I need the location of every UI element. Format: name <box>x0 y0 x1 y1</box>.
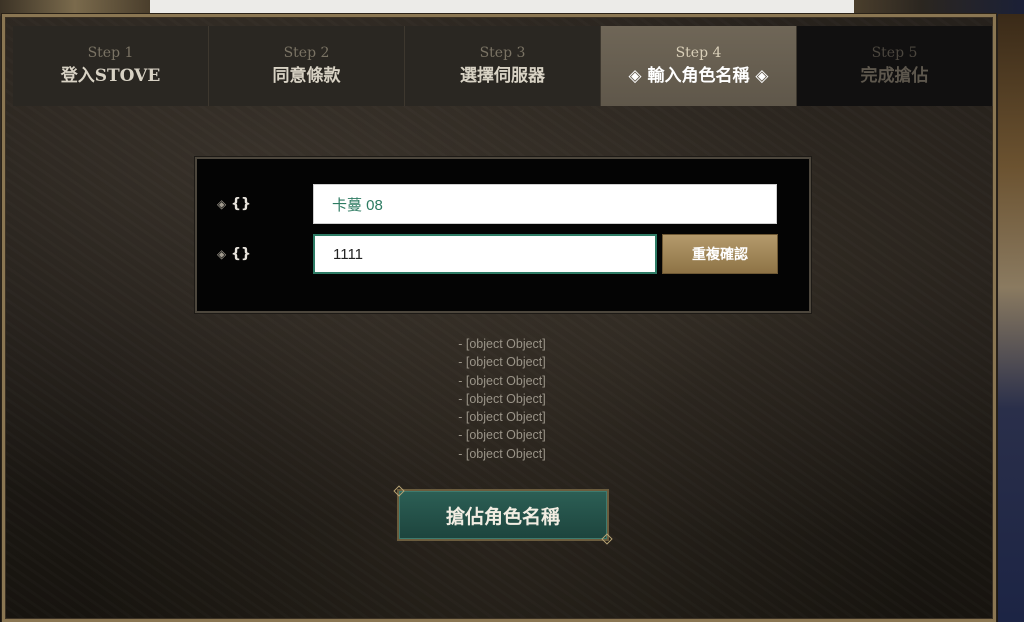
tab-step-number: Step 2 <box>283 45 330 61</box>
character-name-field[interactable]: 卡蔓 08 <box>313 184 777 224</box>
field-label: {} <box>231 246 251 262</box>
note-item: - [object Object] <box>458 391 546 406</box>
main-frame: Step 1 登入STOVE Step 2 同意條款 Step 3 選擇伺服器 … <box>2 14 996 622</box>
tab-step-label: 同意條款 <box>272 66 341 86</box>
tab-step-number: Step 5 <box>871 45 918 61</box>
claim-name-button[interactable]: 搶佔角色名稱 <box>397 489 609 541</box>
tab-step-2[interactable]: Step 2 同意條款 <box>209 26 405 106</box>
side-artwork <box>998 14 1024 622</box>
duplicate-check-button[interactable]: 重複確認 <box>662 234 778 274</box>
notes-list: - [object Object] - [object Object] - [o… <box>5 335 999 463</box>
note-item: - [object Object] <box>458 373 546 388</box>
tab-step-number: Step 4 <box>675 45 722 61</box>
tab-step-label: 完成搶佔 <box>860 66 929 86</box>
step-tabs: Step 1 登入STOVE Step 2 同意條款 Step 3 選擇伺服器 … <box>13 26 993 106</box>
character-name-form: ◈ {} 卡蔓 08 ◈ {} 1111 重複確認 <box>195 157 811 313</box>
field-label: {} <box>231 196 251 212</box>
tab-step-5[interactable]: Step 5 完成搶佔 <box>797 26 993 106</box>
tab-step-label: 選擇伺服器 <box>460 66 545 86</box>
diamond-bullet-icon: ◈ <box>217 197 227 211</box>
note-item: - [object Object] <box>458 446 546 461</box>
form-row-name: ◈ {} 卡蔓 08 <box>197 183 809 225</box>
diamond-bullet-icon: ◈ <box>217 247 227 261</box>
top-strip <box>140 0 860 14</box>
note-item: - [object Object] <box>458 337 546 351</box>
tab-step-4[interactable]: Step 4 ◈ 輸入角色名稱 ◈ <box>601 26 797 106</box>
tab-step-3[interactable]: Step 3 選擇伺服器 <box>405 26 601 106</box>
tab-step-number: Step 3 <box>479 45 526 61</box>
note-item: - [object Object] <box>458 428 546 443</box>
tab-step-label: 登入STOVE <box>60 66 161 86</box>
tab-step-number: Step 1 <box>87 45 134 61</box>
note-item: - [object Object] <box>458 410 546 425</box>
note-item: - [object Object] <box>458 355 546 370</box>
verification-input[interactable]: 1111 <box>313 234 657 274</box>
tab-step-1[interactable]: Step 1 登入STOVE <box>13 26 209 106</box>
form-row-code: ◈ {} 1111 重複確認 <box>197 233 809 275</box>
tab-step-label: ◈ 輸入角色名稱 ◈ <box>628 66 769 86</box>
page: Step 1 登入STOVE Step 2 同意條款 Step 3 選擇伺服器 … <box>0 0 1024 622</box>
